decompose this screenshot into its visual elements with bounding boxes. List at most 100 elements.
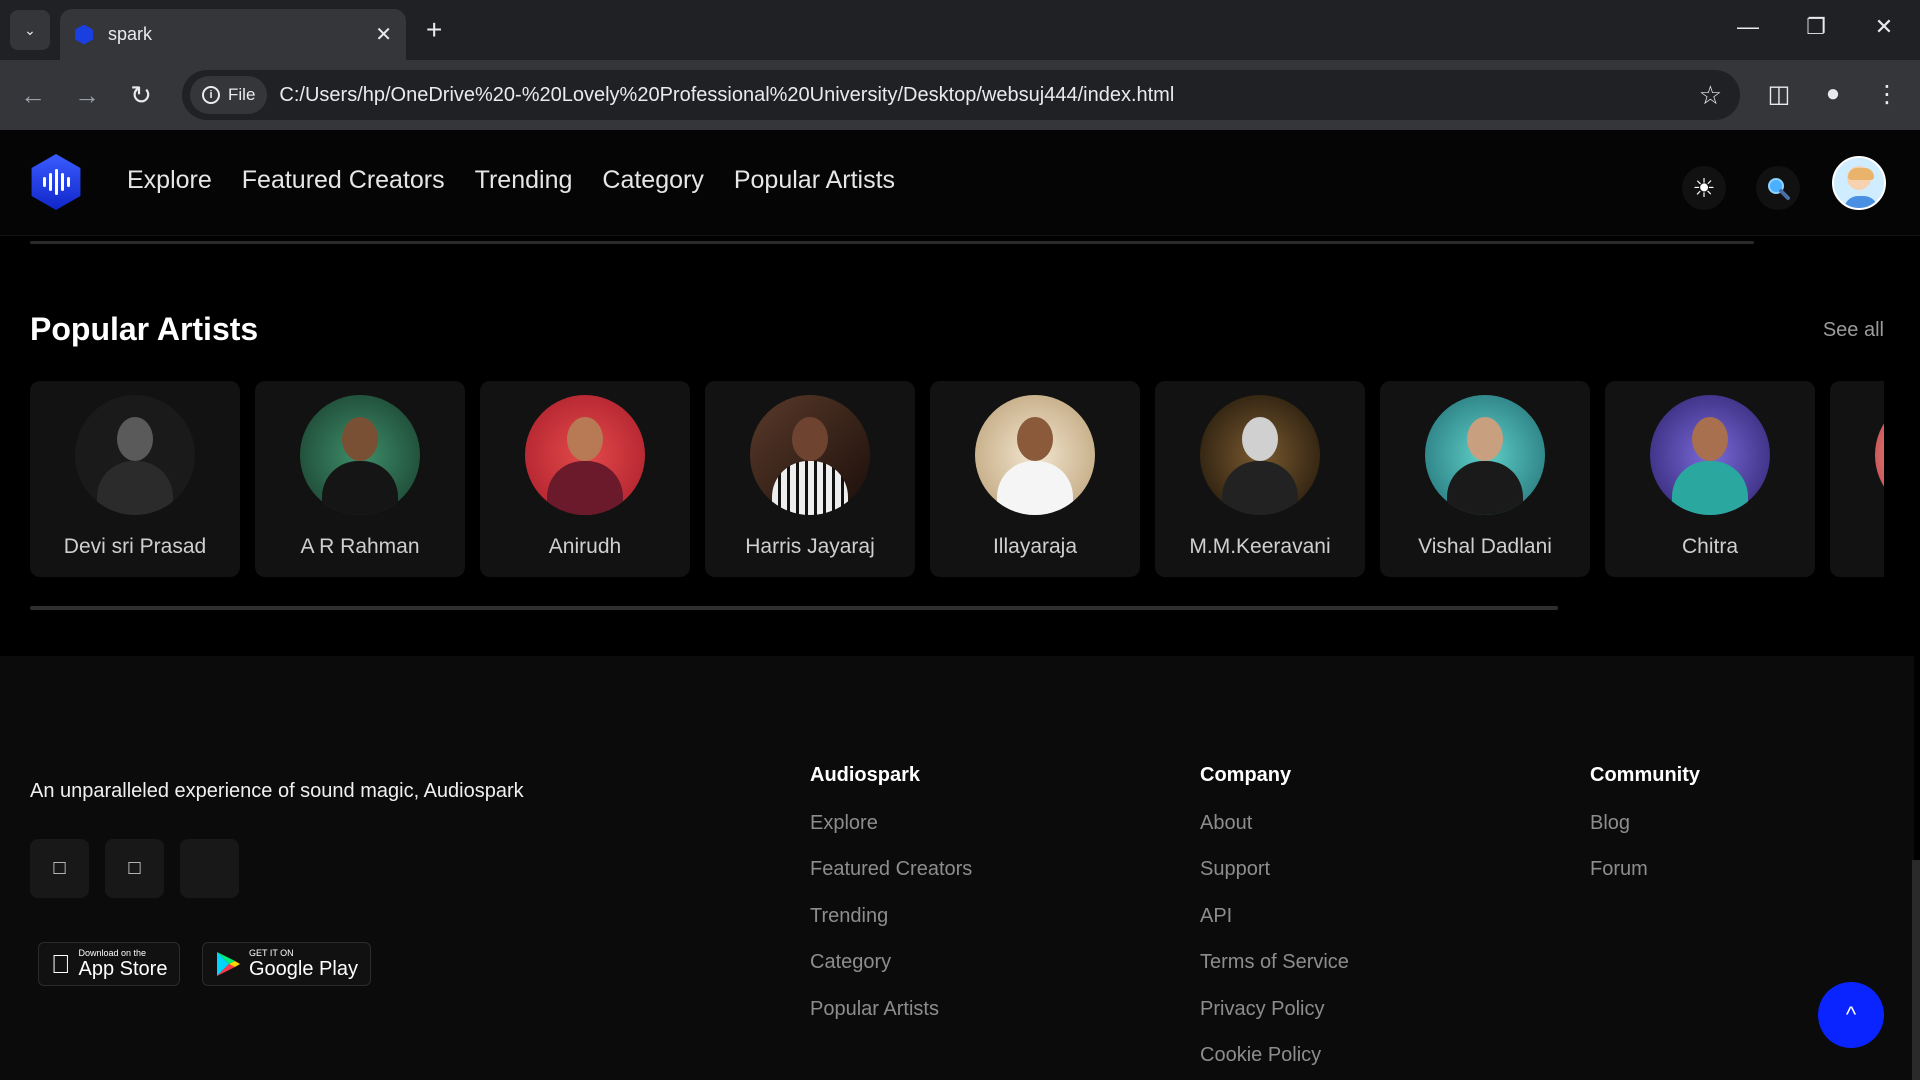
window-close-button[interactable]: ✕ — [1864, 14, 1904, 40]
footer-link-category[interactable]: Category — [810, 951, 891, 974]
tab-search-button[interactable]: ⌄ — [10, 10, 50, 50]
artist-card[interactable]: Chitra — [1605, 381, 1815, 577]
footer-link-about[interactable]: About — [1200, 812, 1252, 835]
artist-name: Chitra — [1681, 535, 1739, 558]
artist-photo — [525, 395, 645, 515]
footer-link-support[interactable]: Support — [1200, 858, 1270, 881]
waveform-icon — [42, 169, 70, 195]
forward-button[interactable]: → — [70, 78, 104, 112]
footer-link-privacy[interactable]: Privacy Policy — [1200, 998, 1324, 1021]
placeholder-square-icon: □ — [128, 857, 141, 879]
social-button-1[interactable]: □ — [30, 839, 89, 898]
artist-name: Illayaraja — [992, 535, 1078, 558]
footer-link-terms[interactable]: Terms of Service — [1200, 951, 1349, 974]
logo[interactable] — [31, 154, 81, 210]
app-store-small-text: Download on the — [59, 948, 147, 958]
site-header: Explore Featured Creators Trending Categ… — [0, 130, 1920, 236]
nav-featured-creators[interactable]: Featured Creators — [242, 166, 445, 195]
artist-card[interactable]: Devi sri Prasad — [30, 381, 240, 577]
google-play-badge[interactable]: GET IT ON Google Play — [202, 942, 371, 986]
artist-photo — [1650, 395, 1770, 515]
side-panel-icon[interactable]: ◫ — [1764, 80, 1794, 109]
back-button[interactable]: ← — [16, 78, 50, 112]
social-button-2[interactable]: □ — [105, 839, 164, 898]
footer-link-blog[interactable]: Blog — [1590, 812, 1630, 835]
restore-button[interactable]: ❐ — [1796, 14, 1836, 40]
search-button[interactable] — [1756, 166, 1800, 210]
artist-photo — [1200, 395, 1320, 515]
footer-link-trending[interactable]: Trending — [810, 905, 888, 928]
search-icon — [1768, 178, 1790, 200]
app-store-badge[interactable]:  Download on the App Store — [38, 942, 181, 986]
footer-col-title-community: Community — [1590, 764, 1700, 786]
bookmark-star-icon[interactable]: ☆ — [1699, 80, 1722, 111]
info-icon: i — [202, 86, 220, 104]
artist-card[interactable]: Illayaraja — [930, 381, 1140, 577]
url-text[interactable]: C:/Users/hp/OneDrive%20-%20Lovely%20Prof… — [279, 84, 1174, 107]
browser-toolbar: ← → ↻ i File C:/Users/hp/OneDrive%20-%20… — [0, 60, 1920, 130]
artist-name: M.M.Keeravani — [1189, 535, 1331, 558]
nav-trending[interactable]: Trending — [475, 166, 573, 195]
google-play-icon — [217, 952, 240, 976]
social-button-3[interactable] — [180, 839, 239, 898]
artist-photo — [300, 395, 420, 515]
sun-icon: ☀ — [1692, 172, 1716, 203]
artist-card[interactable]: Vishal Dadlani — [1380, 381, 1590, 577]
theme-toggle-button[interactable]: ☀ — [1682, 166, 1726, 210]
favicon-icon — [75, 24, 93, 45]
artist-photo — [975, 395, 1095, 515]
nav-category[interactable]: Category — [602, 166, 703, 195]
artist-photo — [750, 395, 870, 515]
main-nav: Explore Featured Creators Trending Categ… — [127, 166, 895, 195]
profile-icon[interactable]: ● — [1818, 80, 1848, 108]
reload-button[interactable]: ↻ — [124, 78, 158, 112]
footer-link-featured-creators[interactable]: Featured Creators — [810, 858, 972, 881]
tab-title: spark — [108, 24, 153, 44]
artists-carousel[interactable]: Devi sri Prasad A R Rahman Anirudh Harri… — [30, 381, 1884, 577]
close-icon[interactable]: ✕ — [375, 22, 392, 47]
browser-tabbar: ⌄ spark ✕ + — ❐ ✕ — [0, 0, 1920, 60]
footer-col-title-audiospark: Audiospark — [810, 764, 921, 786]
menu-kebab-icon[interactable]: ⋮ — [1872, 80, 1902, 109]
nav-popular-artists[interactable]: Popular Artists — [734, 166, 895, 195]
footer-link-popular-artists[interactable]: Popular Artists — [810, 998, 939, 1021]
artist-photo — [1875, 395, 1884, 515]
chevron-down-icon: ⌄ — [24, 21, 36, 38]
artist-card[interactable]: Anirudh — [480, 381, 690, 577]
artist-photo — [1425, 395, 1545, 515]
new-tab-button[interactable]: + — [426, 14, 442, 46]
nav-explore[interactable]: Explore — [127, 166, 212, 195]
placeholder-square-icon: □ — [53, 857, 66, 879]
browser-tab[interactable]: spark ✕ — [60, 9, 406, 60]
artist-card[interactable]: A R Rahman — [255, 381, 465, 577]
address-bar[interactable]: i File C:/Users/hp/OneDrive%20-%20Lovely… — [182, 70, 1740, 120]
footer-link-forum[interactable]: Forum — [1590, 858, 1648, 881]
apple-icon:  — [51, 949, 71, 980]
artist-name: A R Rahman — [300, 535, 420, 558]
artist-card[interactable]: M.M.Keeravani — [1155, 381, 1365, 577]
footer-link-cookie[interactable]: Cookie Policy — [1200, 1044, 1321, 1067]
back-to-top-button[interactable]: ^ — [1818, 982, 1884, 1048]
artist-name: Vishal Dadlani — [1418, 535, 1552, 558]
site-info-chip[interactable]: i File — [190, 76, 268, 114]
artist-card-partial[interactable] — [1830, 381, 1884, 577]
site-footer: An unparalleled experience of sound magi… — [0, 656, 1914, 1080]
google-play-big-text: Google Play — [249, 958, 358, 980]
avatar[interactable] — [1832, 156, 1886, 210]
footer-tagline: An unparalleled experience of sound magi… — [30, 780, 524, 802]
footer-col-title-company: Company — [1200, 764, 1292, 786]
see-all-link[interactable]: See all — [1823, 319, 1884, 342]
page-scrollbar[interactable] — [1912, 860, 1920, 1080]
google-play-small-text: GET IT ON — [249, 948, 294, 958]
artist-card[interactable]: Harris Jayaraj — [705, 381, 915, 577]
carousel-scrollbar[interactable] — [30, 606, 1558, 610]
artist-name: Anirudh — [548, 535, 622, 558]
file-label: File — [228, 85, 256, 104]
section-divider — [30, 241, 1754, 244]
footer-link-explore[interactable]: Explore — [810, 812, 878, 835]
app-store-big-text: App Store — [59, 958, 168, 980]
footer-link-api[interactable]: API — [1200, 905, 1232, 928]
section-title: Popular Artists — [30, 311, 259, 347]
artist-name: Devi sri Prasad — [63, 535, 207, 558]
minimize-button[interactable]: — — [1728, 14, 1768, 40]
